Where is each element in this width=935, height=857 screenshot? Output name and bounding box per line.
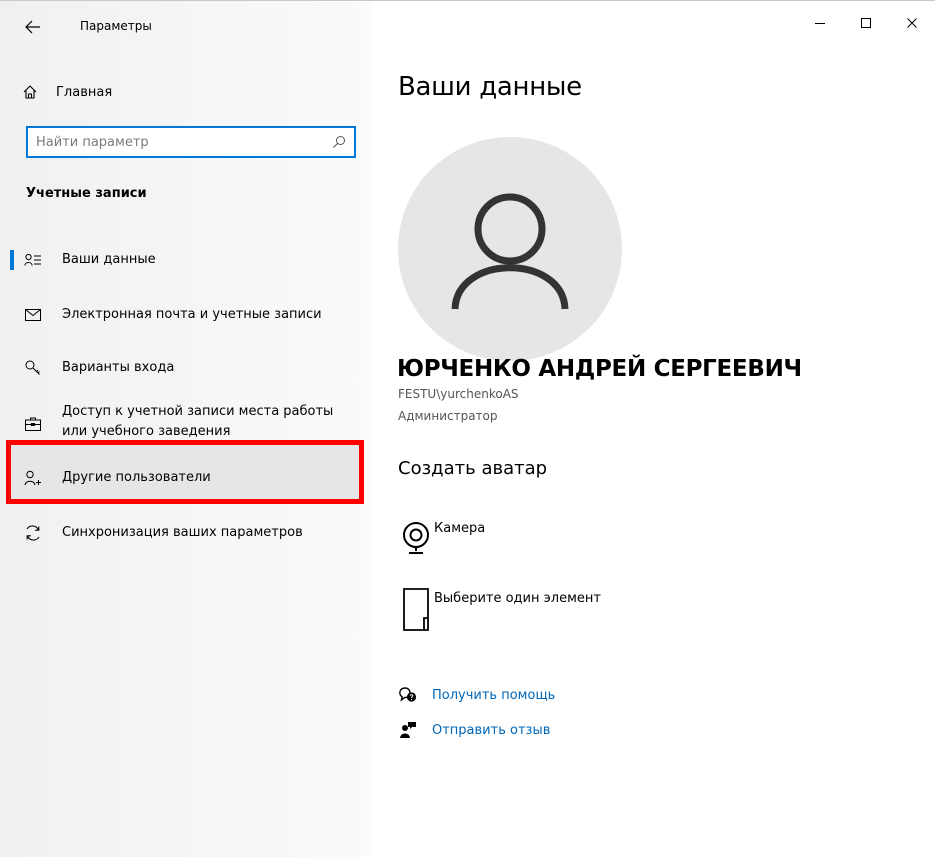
- maximize-icon: [861, 18, 871, 28]
- back-button[interactable]: [22, 16, 44, 38]
- person-list-icon: [22, 249, 44, 271]
- camera-option[interactable]: Камера: [398, 518, 485, 566]
- file-icon: [398, 588, 434, 636]
- window-border: [0, 0, 935, 1]
- maximize-button[interactable]: [843, 0, 889, 46]
- user-silhouette-icon: [451, 193, 569, 310]
- home-label: Главная: [56, 84, 113, 100]
- home-icon: [23, 85, 37, 99]
- mail-icon: [22, 304, 44, 326]
- page-title: Ваши данные: [398, 72, 582, 102]
- app-title: Параметры: [80, 19, 152, 33]
- camera-icon: [398, 518, 434, 566]
- sync-icon: [22, 522, 44, 544]
- search-icon[interactable]: [324, 135, 354, 149]
- browse-option[interactable]: Выберите один элемент: [398, 588, 601, 636]
- sidebar-item-label: Ваши данные: [62, 252, 156, 267]
- option-label: Выберите один элемент: [434, 591, 601, 606]
- option-label: Камера: [434, 521, 486, 536]
- link-label: Получить помощь: [432, 687, 556, 703]
- sidebar-home[interactable]: Главная: [22, 80, 112, 104]
- close-icon: [907, 18, 917, 28]
- back-arrow-icon: [25, 20, 40, 34]
- sidebar-item-your-info[interactable]: Ваши данные: [0, 248, 372, 272]
- minimize-button[interactable]: [797, 0, 843, 46]
- section-title: Учетные записи: [26, 186, 147, 201]
- close-button[interactable]: [889, 0, 935, 46]
- sidebar-item-label: Другие пользователи: [62, 470, 211, 485]
- key-icon: [22, 357, 44, 379]
- send-feedback-link[interactable]: Отправить отзыв: [396, 719, 550, 741]
- feedback-icon: [396, 719, 420, 741]
- sidebar-item-email[interactable]: Электронная почта и учетные записи: [0, 303, 372, 327]
- window-controls: [797, 0, 935, 46]
- sidebar-item-label: Доступ к учетной записи места работы или…: [62, 404, 334, 439]
- add-person-icon: [22, 467, 44, 489]
- sidebar-item-label: Варианты входа: [62, 360, 175, 375]
- sidebar-item-sign-in-options[interactable]: Варианты входа: [0, 356, 372, 380]
- search-box: [26, 126, 356, 158]
- user-name: ЮРЧЕНКО АНДРЕЙ СЕРГЕЕВИЧ: [397, 356, 802, 382]
- sidebar-item-sync[interactable]: Синхронизация ваших параметров: [0, 521, 372, 545]
- help-icon: [396, 684, 420, 706]
- sidebar-item-other-users[interactable]: Другие пользователи: [0, 466, 372, 490]
- avatar: [398, 137, 622, 361]
- get-help-link[interactable]: Получить помощь: [396, 684, 555, 706]
- sidebar-item-label: Электронная почта и учетные записи: [62, 307, 322, 322]
- briefcase-icon: [22, 413, 44, 435]
- user-account: FESTU\yurchenkoAS: [398, 387, 519, 401]
- settings-window: Параметры Главная Учетные записи: [0, 0, 935, 857]
- user-role: Администратор: [398, 409, 498, 423]
- sidebar-item-label: Синхронизация ваших параметров: [62, 525, 303, 540]
- create-avatar-heading: Создать аватар: [398, 458, 548, 479]
- search-input[interactable]: [28, 128, 324, 156]
- link-label: Отправить отзыв: [432, 722, 551, 738]
- minimize-icon: [815, 23, 825, 24]
